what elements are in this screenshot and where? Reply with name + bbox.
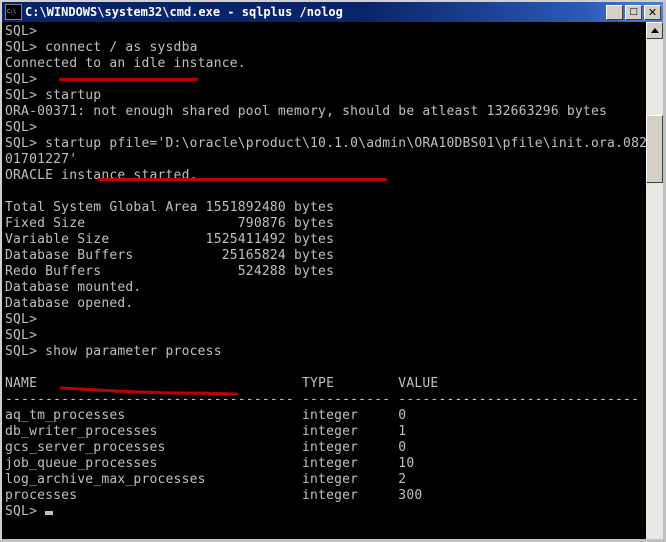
minimize-button[interactable]: _ bbox=[606, 4, 623, 23]
close-icon: ✕ bbox=[647, 5, 658, 19]
scroll-up-button[interactable] bbox=[646, 22, 663, 39]
maximize-icon: □ bbox=[629, 6, 638, 17]
cmd-console-icon[interactable] bbox=[5, 4, 22, 20]
block-cursor bbox=[45, 511, 54, 515]
minimize-icon: _ bbox=[611, 8, 618, 23]
scrollbar-thumb[interactable] bbox=[646, 115, 663, 183]
triangle-up-icon bbox=[650, 27, 659, 33]
titlebar[interactable]: C:\WINDOWS\system32\cmd.exe - sqlplus /n… bbox=[2, 2, 663, 22]
close-button[interactable]: ✕ bbox=[644, 4, 661, 20]
command-prompt-window: C:\WINDOWS\system32\cmd.exe - sqlplus /n… bbox=[0, 0, 666, 542]
vertical-scrollbar[interactable] bbox=[646, 22, 663, 539]
maximize-button[interactable]: □ bbox=[625, 4, 642, 20]
window-title: C:\WINDOWS\system32\cmd.exe - sqlplus /n… bbox=[25, 5, 343, 19]
console-output-area[interactable]: SQL> SQL> connect / as sysdba Connected … bbox=[2, 22, 646, 539]
console-text: SQL> SQL> connect / as sysdba Connected … bbox=[5, 24, 646, 519]
